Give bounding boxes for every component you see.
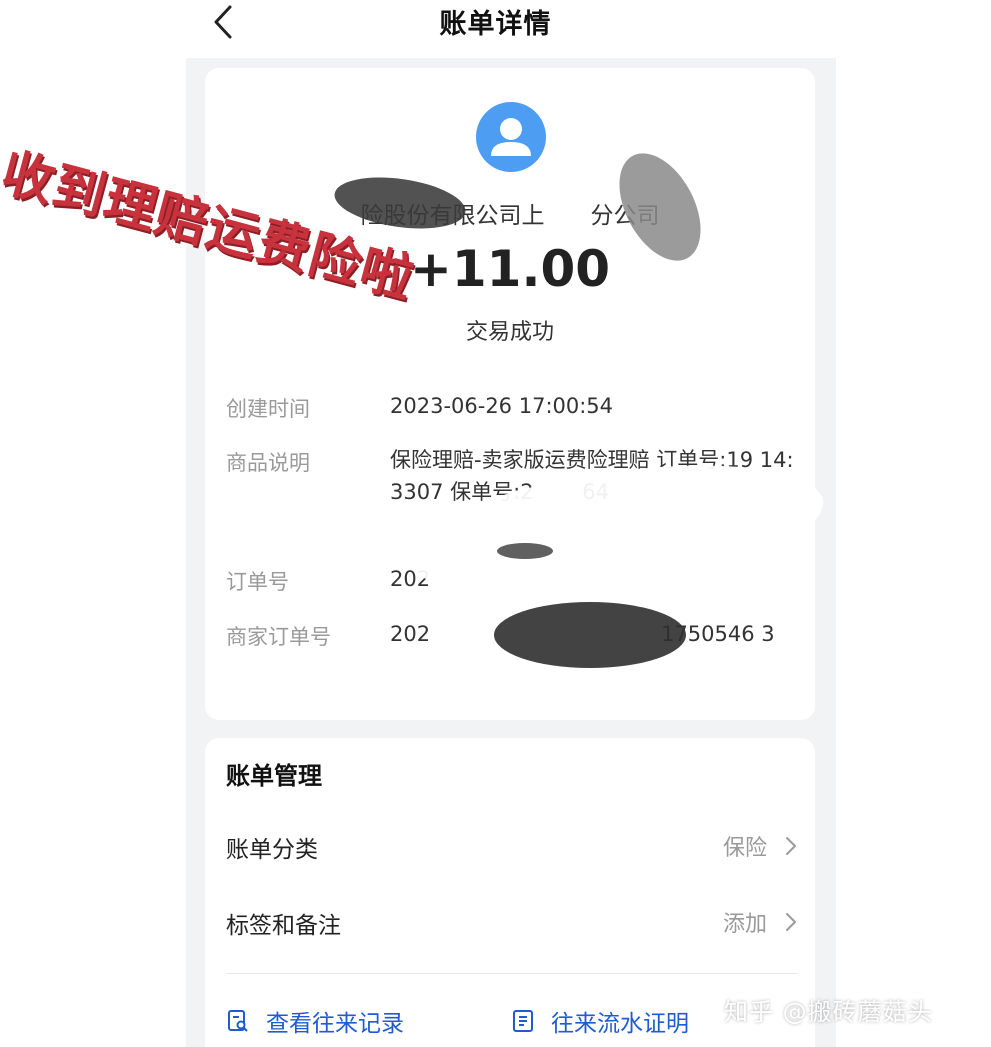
merchant-order-number-label: 商家订单号: [226, 625, 331, 649]
user-avatar-icon: [476, 102, 546, 172]
page-title: 账单详情: [439, 9, 552, 40]
tags-notes-row[interactable]: 标签和备注 添加: [205, 892, 815, 952]
chevron-right-icon: [786, 913, 796, 931]
view-history-label: 查看往来记录: [266, 1011, 404, 1037]
order-number-label: 订单号: [226, 570, 289, 594]
bill-management-title: 账单管理: [226, 762, 322, 790]
bill-category-label: 账单分类: [226, 837, 318, 863]
transaction-status: 交易成功: [465, 320, 554, 345]
order-number-value: 202: [390, 567, 431, 591]
source-watermark: 知乎 @搬砖蘑菇头: [724, 998, 933, 1026]
bill-category-row[interactable]: 账单分类 保险: [205, 816, 815, 876]
product-description-label: 商品说明: [226, 451, 310, 475]
view-history-link[interactable]: 查看往来记录: [226, 1004, 404, 1038]
navigation-bar: 账单详情: [0, 0, 991, 48]
record-search-icon: [228, 1010, 248, 1032]
chevron-right-icon: [786, 837, 796, 855]
statement-proof-link[interactable]: 往来流水证明: [511, 1004, 689, 1038]
bill-category-value: 保险: [722, 836, 767, 861]
statement-proof-label: 往来流水证明: [551, 1011, 689, 1037]
merchant-order-number-value: 202 1750546 3: [390, 622, 775, 646]
created-time-value: 2023-06-26 17:00:54: [390, 394, 614, 418]
created-time-label: 创建时间: [226, 397, 310, 421]
divider: [226, 973, 798, 974]
product-description-value: 保险理赔-卖家版运费险理赔 订单号:19 14: 3307 保单号:2 64: [390, 448, 920, 504]
tags-notes-value: 添加: [722, 912, 767, 937]
statement-doc-icon: [513, 1010, 533, 1032]
tags-notes-label: 标签和备注: [226, 913, 341, 939]
